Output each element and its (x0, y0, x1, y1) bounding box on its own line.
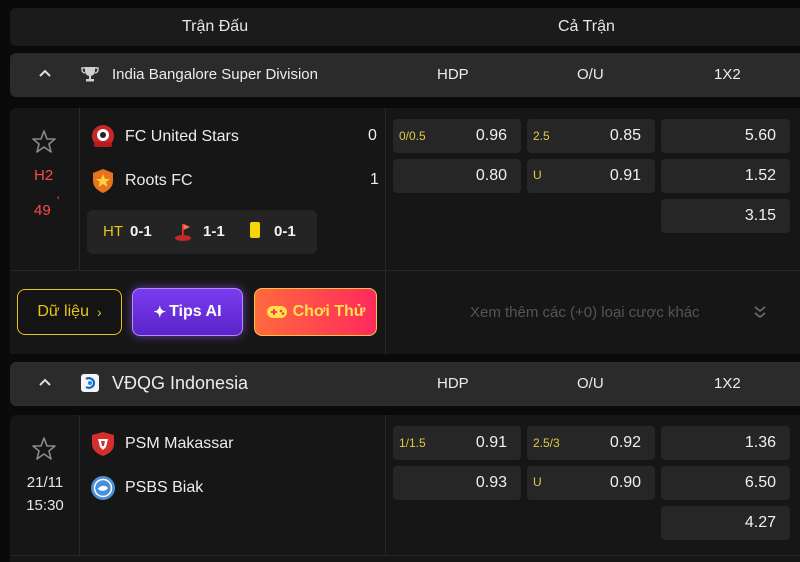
play-button[interactable]: Chơi Thử (254, 288, 377, 336)
league-name: VĐQG Indonesia (112, 373, 249, 393)
play-button-label: Chơi Thử (292, 303, 366, 320)
home-team-name: PSM Makassar (125, 435, 234, 452)
match-minute: 49 (34, 202, 51, 219)
indonesia-league-icon (81, 374, 99, 392)
divider (385, 108, 386, 354)
ou-header: O/U (577, 375, 604, 392)
odds-value: 1.52 (744, 167, 776, 184)
odds-value: 0.91 (475, 434, 507, 451)
home-team-name: FC United Stars (125, 128, 239, 145)
ou-line: 2.5/3 (533, 436, 560, 450)
x12-draw-odds[interactable]: 3.15 (661, 199, 790, 233)
odds-value: 0.85 (609, 127, 641, 144)
yellow-card-icon (250, 222, 260, 238)
x12-away-odds[interactable]: 6.50 (661, 466, 790, 500)
table-header: Trận Đấu Cả Trận (10, 8, 800, 46)
x12-draw-odds[interactable]: 4.27 (661, 506, 790, 540)
psm-makassar-logo (92, 432, 114, 456)
more-bets-link[interactable]: Xem thêm các (+0) loại cược khác (470, 304, 700, 321)
ht-score: 0-1 (130, 223, 152, 240)
under-label: U (533, 475, 542, 489)
odds-value: 0.93 (475, 474, 507, 491)
x12-away-odds[interactable]: 1.52 (661, 159, 790, 193)
tips-ai-label: Tips AI (169, 303, 222, 320)
ht-label: HT (103, 223, 123, 240)
hdp-home-odds[interactable]: 0/0.5 0.96 (393, 119, 521, 153)
corners-score: 1-1 (203, 223, 225, 240)
match-time: 15:30 (26, 497, 64, 514)
fc-united-stars-logo (92, 125, 114, 147)
trophy-icon (81, 67, 99, 82)
league-header-indonesia[interactable]: VĐQG Indonesia HDP O/U 1X2 (10, 362, 800, 406)
match-period: H2 (34, 167, 54, 184)
full-match-column-header: Cả Trận (558, 18, 615, 35)
under-label: U (533, 168, 542, 182)
ou-under-odds[interactable]: U 0.91 (527, 159, 655, 193)
match-column-header: Trận Đấu (182, 18, 249, 35)
away-team-name: PSBS Biak (125, 479, 204, 496)
away-team[interactable]: Roots FC (90, 168, 193, 194)
home-team[interactable]: FC United Stars (90, 124, 239, 150)
hdp-home-odds[interactable]: 1/1.5 0.91 (393, 426, 521, 460)
ou-under-odds[interactable]: U 0.90 (527, 466, 655, 500)
odds-value: 0.91 (609, 167, 641, 184)
data-button[interactable]: Dữ liệu › (17, 289, 122, 335)
gamepad-icon (266, 306, 287, 318)
hdp-header: HDP (437, 375, 469, 392)
away-team[interactable]: PSBS Biak (90, 475, 203, 501)
hdp-line: 0/0.5 (399, 129, 426, 143)
odds-value: 5.60 (744, 127, 776, 144)
hdp-line: 1/1.5 (399, 436, 426, 450)
odds-value: 1.36 (744, 434, 776, 451)
ou-over-odds[interactable]: 2.5/3 0.92 (527, 426, 655, 460)
chevron-right-icon: › (96, 304, 102, 320)
odds-value: 3.15 (744, 207, 776, 224)
home-score: 0 (368, 127, 377, 144)
data-button-label: Dữ liệu (37, 303, 89, 320)
odds-value: 0.90 (609, 474, 641, 491)
hdp-away-odds[interactable]: 0.80 (393, 159, 521, 193)
odds-value: 0.96 (475, 127, 507, 144)
x12-home-odds[interactable]: 5.60 (661, 119, 790, 153)
match-minute-mark: ' (57, 194, 60, 208)
roots-fc-logo (93, 169, 113, 193)
away-score: 1 (370, 171, 379, 188)
favorite-star-icon[interactable] (30, 128, 58, 156)
odds-value: 4.27 (744, 514, 776, 531)
cards-score: 0-1 (274, 223, 296, 240)
chevron-up-icon[interactable] (36, 65, 54, 83)
away-team-name: Roots FC (125, 172, 193, 189)
double-chevron-down-icon[interactable] (752, 304, 768, 320)
odds-value: 0.80 (475, 167, 507, 184)
x12-header: 1X2 (714, 66, 741, 83)
psbs-biak-logo (91, 476, 115, 500)
match-date: 21/11 (26, 474, 64, 491)
x12-header: 1X2 (714, 375, 741, 392)
league-header-india[interactable]: India Bangalore Super Division HDP O/U 1… (10, 53, 800, 97)
divider (10, 270, 800, 271)
ou-header: O/U (577, 66, 604, 83)
divider (385, 415, 386, 555)
x12-home-odds[interactable]: 1.36 (661, 426, 790, 460)
tips-ai-button[interactable]: ✦ Tips AI (132, 288, 243, 336)
corner-flag-icon (175, 224, 191, 241)
favorite-star-icon[interactable] (30, 435, 58, 463)
league-name: India Bangalore Super Division (112, 66, 318, 83)
sparkle-icon: ✦ (153, 304, 167, 321)
hdp-header: HDP (437, 66, 469, 83)
hdp-away-odds[interactable]: 0.93 (393, 466, 521, 500)
divider (10, 555, 800, 556)
match-stats-box: HT 0-1 1-1 0-1 (87, 210, 317, 254)
odds-value: 0.92 (609, 434, 641, 451)
chevron-up-icon[interactable] (36, 374, 54, 392)
ou-over-odds[interactable]: 2.5 0.85 (527, 119, 655, 153)
match-card: 21/11 15:30 PSM Makassar PSBS Biak 1/1.5… (10, 415, 800, 562)
odds-value: 6.50 (744, 474, 776, 491)
ou-line: 2.5 (533, 129, 550, 143)
home-team[interactable]: PSM Makassar (90, 431, 233, 457)
